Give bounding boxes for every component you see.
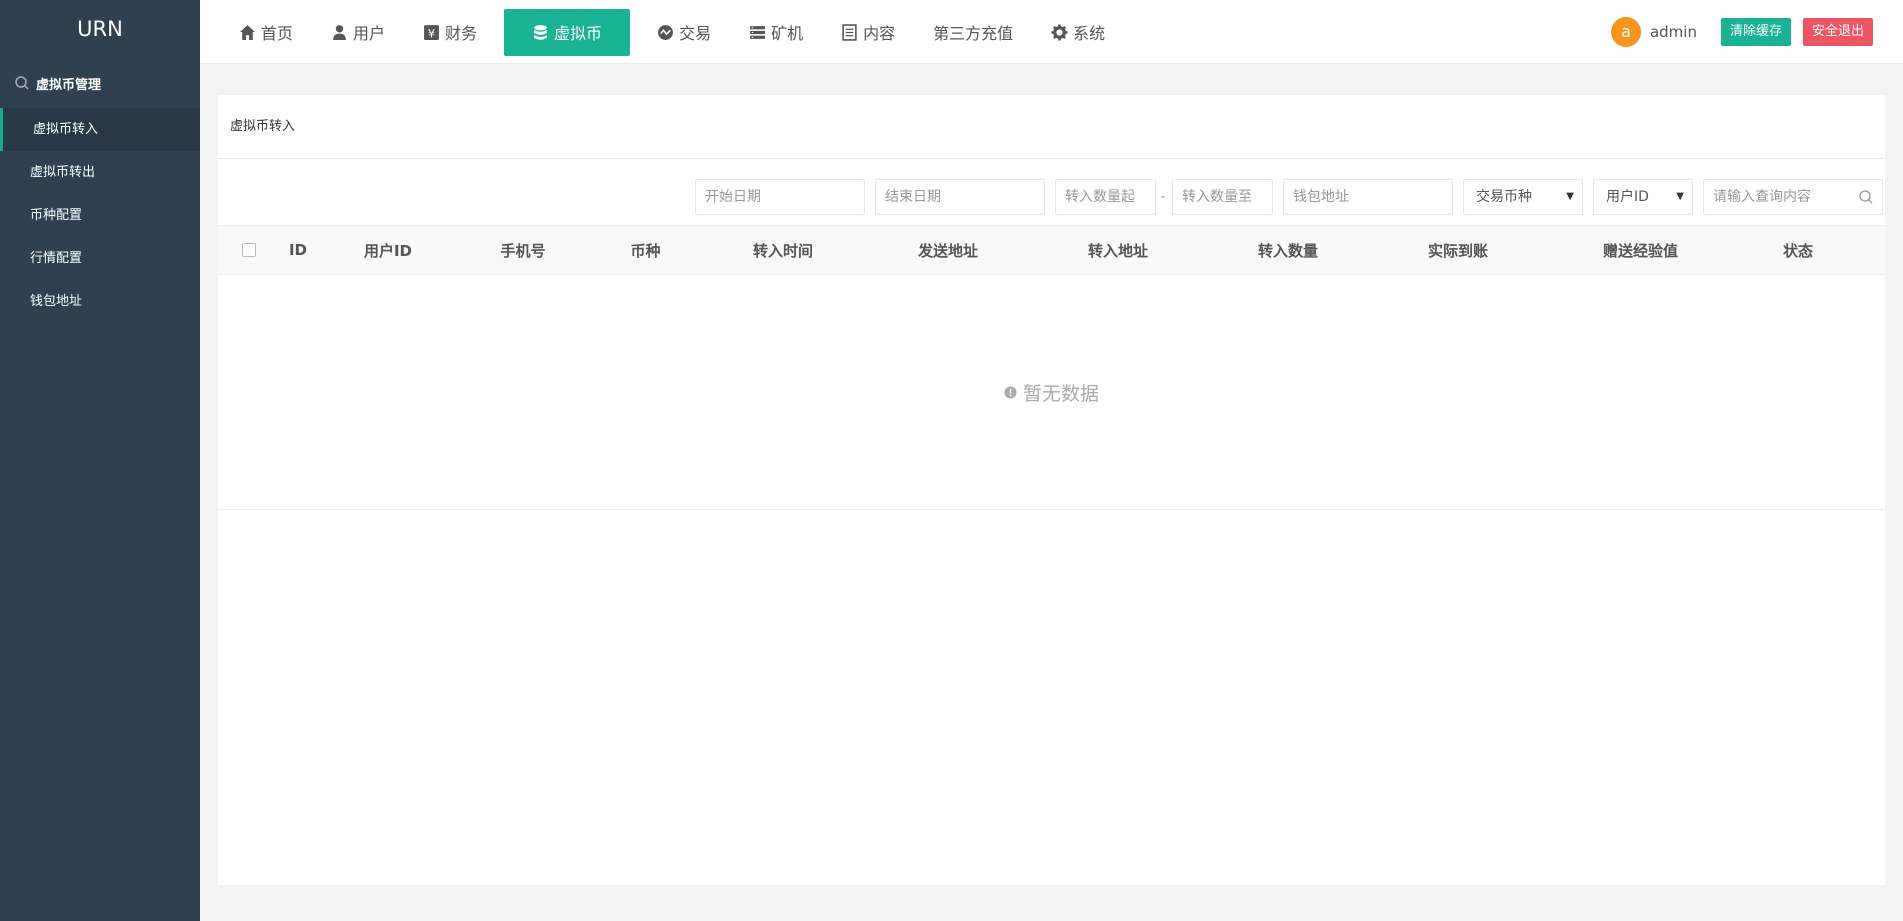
sidebar: URN 虚拟币管理 虚拟币转入 虚拟币转出 币种配置 行情配置 钱包地址 [0, 0, 200, 921]
column-header[interactable]: 状态 [1738, 240, 1858, 261]
nav-home-label: 首页 [261, 24, 294, 43]
data-table: ID 用户ID 手机号 币种 转入时间 发送地址 转入地址 转入数量 实际到账 … [218, 225, 1885, 510]
logout-button[interactable]: 安全退出 [1802, 18, 1873, 46]
search-icon[interactable] [1858, 189, 1874, 205]
home-icon [240, 24, 255, 40]
nav-user-label: 用户 [353, 24, 386, 43]
nav-trade[interactable]: 交易 [638, 9, 730, 56]
wallet-address-field[interactable]: 钱包地址 [1283, 179, 1453, 215]
column-header[interactable]: 转入地址 [1033, 240, 1203, 261]
avatar[interactable]: a [1610, 17, 1641, 47]
column-header[interactable]: 转入数量 [1203, 240, 1373, 261]
amount-to-field[interactable]: 转入数量至 [1172, 179, 1273, 215]
sidebar-group-label: 虚拟币管理 [36, 77, 102, 93]
nav-home[interactable]: 首页 [220, 9, 312, 56]
gear-icon [1051, 24, 1068, 40]
search-icon [15, 76, 29, 90]
search-field-select[interactable]: 用户ID ▼ [1593, 179, 1693, 215]
select-all-checkbox[interactable] [242, 243, 256, 257]
search-input-placeholder: 请输入查询内容 [1713, 189, 1811, 205]
sidebar-item-market-config[interactable]: 行情配置 [0, 237, 200, 280]
column-header[interactable]: 实际到账 [1373, 240, 1543, 261]
end-date-field[interactable]: 结束日期 [875, 179, 1045, 215]
database-icon [534, 24, 547, 40]
nav-finance-label: 财务 [445, 24, 478, 43]
start-date-field[interactable]: 开始日期 [695, 179, 865, 215]
yen-icon: ¥ [424, 24, 439, 40]
clear-cache-button[interactable]: 清除缓存 [1720, 18, 1791, 46]
top-nav: 首页 用户 ¥ 财务 虚拟币 交易 矿机 内容 第三方充值 系统 [220, 0, 1124, 64]
currency-select[interactable]: 交易币种 ▼ [1463, 179, 1583, 215]
main-panel: 虚拟币转入 开始日期 结束日期 转入数量起 - 转入数量至 钱包地址 交易币种 … [218, 95, 1885, 885]
server-icon [750, 25, 766, 39]
search-input[interactable]: 请输入查询内容 [1703, 179, 1883, 215]
nav-miner[interactable]: 矿机 [730, 9, 822, 56]
info-icon [1004, 385, 1017, 399]
username[interactable]: admin [1650, 23, 1697, 41]
svg-text:¥: ¥ [428, 26, 435, 40]
empty-state: 暂无数据 [218, 275, 1885, 510]
sidebar-item-coin-out[interactable]: 虚拟币转出 [0, 151, 200, 194]
select-all-cell [218, 243, 278, 257]
filter-bar: 开始日期 结束日期 转入数量起 - 转入数量至 钱包地址 交易币种 ▼ 用户ID… [685, 179, 1883, 215]
sidebar-item-currency-config[interactable]: 币种配置 [0, 194, 200, 237]
empty-state-text: 暂无数据 [1022, 382, 1099, 405]
top-navbar: 首页 用户 ¥ 财务 虚拟币 交易 矿机 内容 第三方充值 系统 a admin… [200, 0, 1903, 64]
chevron-down-icon: ▼ [1566, 191, 1574, 202]
sidebar-item-wallet-address[interactable]: 钱包地址 [0, 280, 200, 323]
column-header[interactable]: 用户ID [318, 240, 458, 261]
column-header[interactable]: 转入时间 [703, 240, 863, 261]
nav-virtual-coin[interactable]: 虚拟币 [504, 8, 631, 56]
sidebar-group-header[interactable]: 虚拟币管理 [0, 58, 200, 108]
column-header[interactable]: 手机号 [458, 240, 588, 261]
user-area: a admin 清除缓存 安全退出 [1610, 0, 1873, 64]
nav-trade-label: 交易 [679, 24, 712, 43]
column-header[interactable]: 赠送经验值 [1543, 240, 1738, 261]
brand-logo[interactable]: URN [0, 0, 200, 58]
currency-select-value: 交易币种 [1476, 189, 1532, 205]
nav-user[interactable]: 用户 [312, 9, 404, 56]
amount-range-dash: - [1160, 189, 1166, 205]
nav-virtual-coin-label: 虚拟币 [554, 24, 603, 43]
table-header: ID 用户ID 手机号 币种 转入时间 发送地址 转入地址 转入数量 实际到账 … [218, 225, 1885, 275]
nav-system-label: 系统 [1073, 24, 1106, 43]
user-icon [333, 24, 346, 40]
column-header[interactable]: ID [278, 241, 318, 259]
nav-content-label: 内容 [863, 24, 896, 43]
column-header[interactable]: 币种 [588, 240, 703, 261]
chevron-down-icon: ▼ [1676, 191, 1684, 202]
nav-third-party-recharge[interactable]: 第三方充值 [914, 9, 1032, 56]
exchange-icon [658, 24, 673, 40]
nav-system[interactable]: 系统 [1032, 9, 1124, 56]
amount-from-field[interactable]: 转入数量起 [1055, 179, 1156, 215]
sidebar-item-coin-in[interactable]: 虚拟币转入 [0, 108, 200, 151]
nav-third-party-recharge-label: 第三方充值 [933, 24, 1014, 43]
nav-miner-label: 矿机 [771, 24, 804, 43]
nav-finance[interactable]: ¥ 财务 [404, 9, 496, 56]
column-header[interactable]: 发送地址 [863, 240, 1033, 261]
page-title: 虚拟币转入 [218, 95, 1885, 159]
document-icon [842, 23, 857, 41]
search-field-select-value: 用户ID [1606, 189, 1649, 205]
nav-content[interactable]: 内容 [822, 9, 914, 56]
